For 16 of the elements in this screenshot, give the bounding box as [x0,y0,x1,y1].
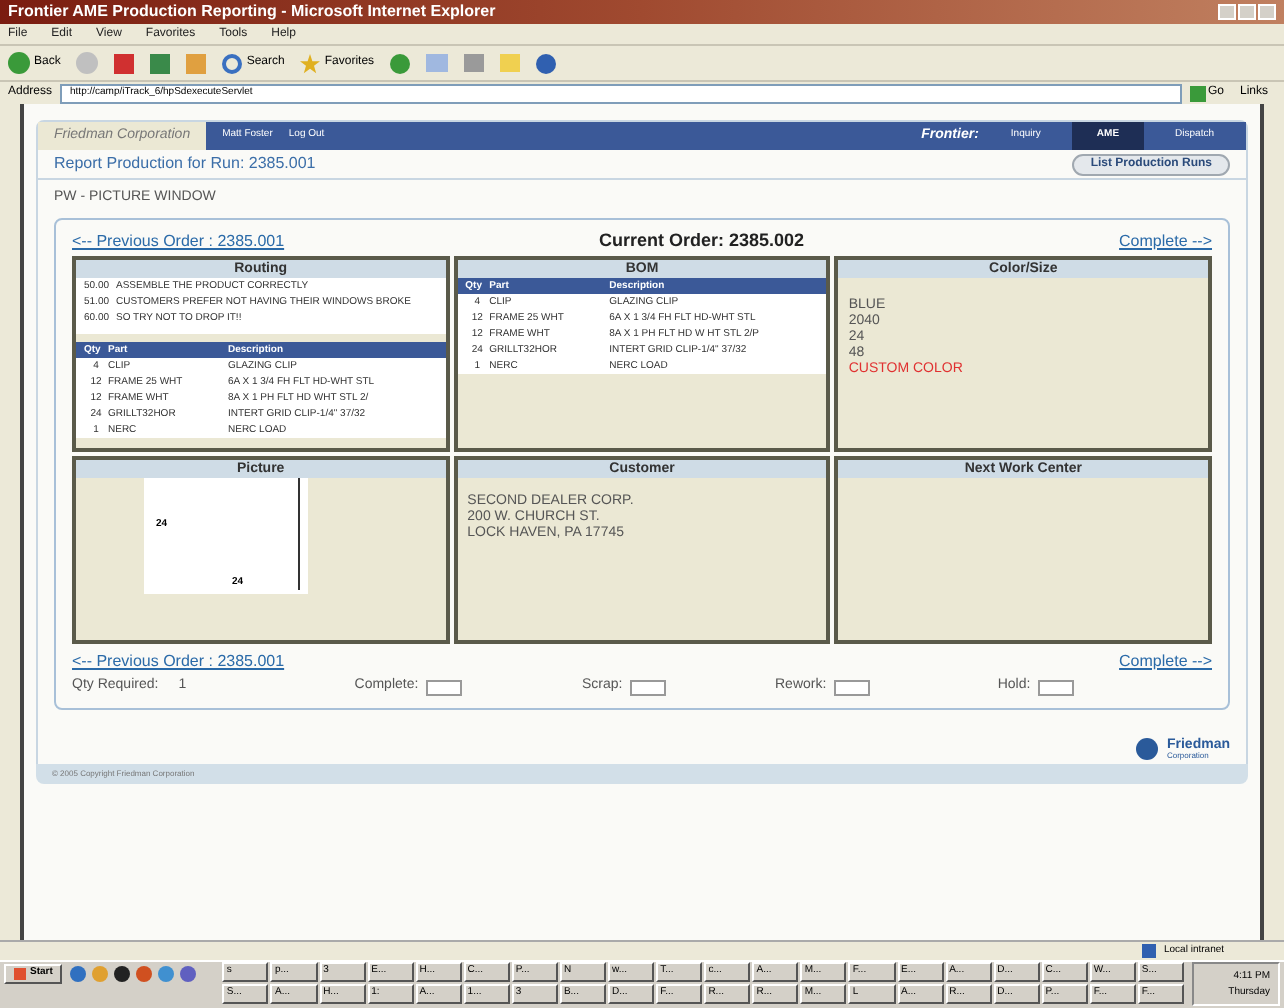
minimize-button[interactable] [1218,4,1236,20]
quantity-field[interactable] [1038,679,1075,695]
quantity-field[interactable] [834,679,871,695]
search-icon [222,53,243,73]
quantity-field[interactable] [630,679,667,695]
previous-order-link[interactable]: <-- Previous Order : 2385.001 [72,649,285,673]
current-order: Current Order: 2385.002 [597,227,807,254]
close-button[interactable] [1258,4,1276,20]
window-title: Frontier AME Production Reporting - Microsoft Internet Explorer [8,4,496,20]
star-icon [300,53,321,73]
quantity-field[interactable] [426,679,463,695]
complete-link[interactable]: Complete --> [1119,229,1212,253]
maximize-button[interactable] [1238,4,1256,20]
complete-link[interactable]: Complete --> [1119,649,1212,673]
page-title: Report Production for Run: 2385.001 [54,152,316,176]
previous-order-link[interactable]: <-- Previous Order : 2385.001 [72,229,285,253]
